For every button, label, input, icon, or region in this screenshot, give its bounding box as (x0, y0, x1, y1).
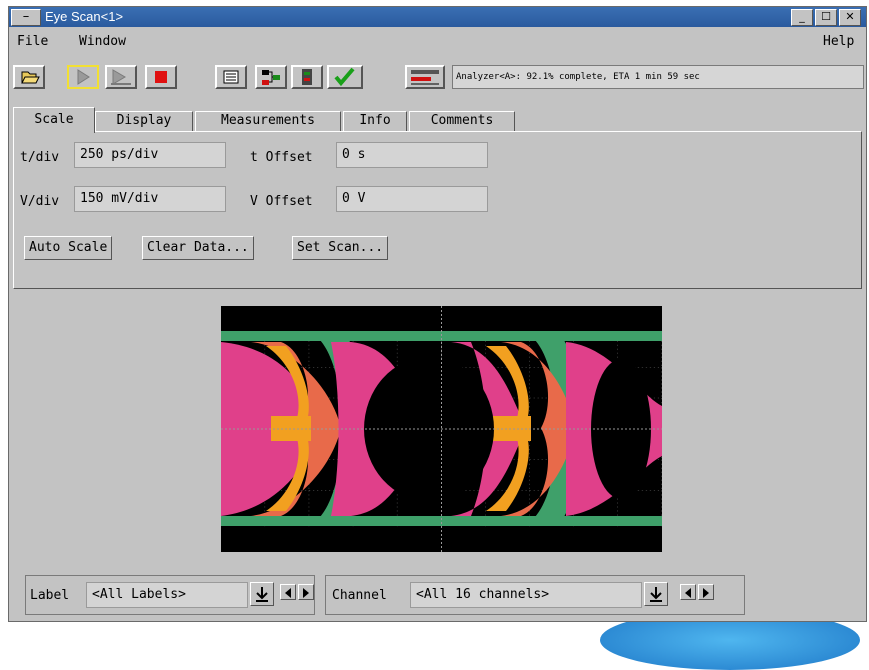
left-arrow-icon (685, 588, 691, 598)
channel-label: Channel (332, 588, 387, 603)
label-dropdown-button[interactable] (250, 582, 274, 606)
hierarchy-button[interactable] (255, 65, 287, 89)
label-prev-button[interactable] (280, 584, 296, 600)
down-arrow-icon (650, 587, 662, 602)
menu-help[interactable]: Help (823, 34, 854, 49)
toolbar: Analyzer<A>: 92.1% complete, ETA 1 min 5… (9, 57, 866, 97)
analyzer-status: Analyzer<A>: 92.1% complete, ETA 1 min 5… (452, 65, 864, 89)
toffset-field[interactable]: 0 s (336, 142, 488, 168)
eye-scan-window: – Eye Scan<1> _ ☐ ✕ File Window Help Ana… (8, 6, 867, 622)
module-icon (302, 69, 312, 85)
eye-diagram[interactable] (221, 306, 662, 556)
tab-measurements[interactable]: Measurements (195, 111, 341, 131)
right-arrow-icon (703, 588, 709, 598)
open-button[interactable] (13, 65, 45, 89)
run-button[interactable] (67, 65, 99, 89)
channel-select[interactable]: <All 16 channels> (410, 582, 642, 608)
minimize-button[interactable]: _ (791, 9, 813, 26)
title-bar[interactable]: – Eye Scan<1> _ ☐ ✕ (9, 7, 866, 27)
hierarchy-icon (262, 70, 280, 85)
menu-bar: File Window Help (9, 28, 866, 54)
tab-comments[interactable]: Comments (409, 111, 515, 131)
run-repetitive-icon (111, 69, 131, 85)
auto-scale-button[interactable]: Auto Scale (24, 236, 113, 260)
scale-panel: t/div 250 ps/div t Offset 0 s V/div 150 … (13, 131, 862, 289)
vdiv-field[interactable]: 150 mV/div (74, 186, 226, 212)
system-menu-button[interactable]: – (11, 9, 41, 26)
tab-display[interactable]: Display (95, 111, 193, 131)
channel-group: Channel <All 16 channels> (325, 575, 745, 615)
probe-icon (411, 70, 439, 85)
vdiv-label: V/div (20, 194, 60, 209)
folder-open-icon (21, 71, 40, 84)
check-button[interactable] (327, 65, 363, 89)
tab-scale[interactable]: Scale (13, 107, 95, 133)
voffset-label: V Offset (250, 194, 313, 209)
selector-bar: Label <All Labels> Channel <All 16 chann… (25, 575, 857, 615)
listing-icon (223, 70, 239, 84)
stop-icon (155, 71, 167, 83)
checkmark-icon (334, 67, 355, 87)
label-label: Label (30, 588, 70, 603)
tdiv-label: t/div (20, 150, 60, 165)
left-arrow-icon (285, 588, 291, 598)
down-arrow-icon (256, 587, 268, 602)
tdiv-field[interactable]: 250 ps/div (74, 142, 226, 168)
label-select[interactable]: <All Labels> (86, 582, 248, 608)
listing-button[interactable] (215, 65, 247, 89)
window-title: Eye Scan<1> (45, 9, 124, 24)
channel-dropdown-button[interactable] (644, 582, 668, 606)
clear-data-button[interactable]: Clear Data... (142, 236, 254, 260)
channel-prev-button[interactable] (680, 584, 696, 600)
menu-file[interactable]: File (17, 34, 48, 49)
stop-button[interactable] (145, 65, 177, 89)
right-arrow-icon (303, 588, 309, 598)
close-button[interactable]: ✕ (839, 9, 861, 26)
menu-window[interactable]: Window (79, 34, 126, 49)
run-icon (77, 69, 90, 85)
voffset-field[interactable]: 0 V (336, 186, 488, 212)
probe-button[interactable] (405, 65, 445, 89)
tab-info[interactable]: Info (343, 111, 407, 131)
set-scan-button[interactable]: Set Scan... (292, 236, 389, 260)
module-button[interactable] (291, 65, 323, 89)
label-next-button[interactable] (298, 584, 314, 600)
label-group: Label <All Labels> (25, 575, 315, 615)
run-repetitive-button[interactable] (105, 65, 137, 89)
channel-next-button[interactable] (698, 584, 714, 600)
toffset-label: t Offset (250, 150, 313, 165)
maximize-button[interactable]: ☐ (815, 9, 837, 26)
